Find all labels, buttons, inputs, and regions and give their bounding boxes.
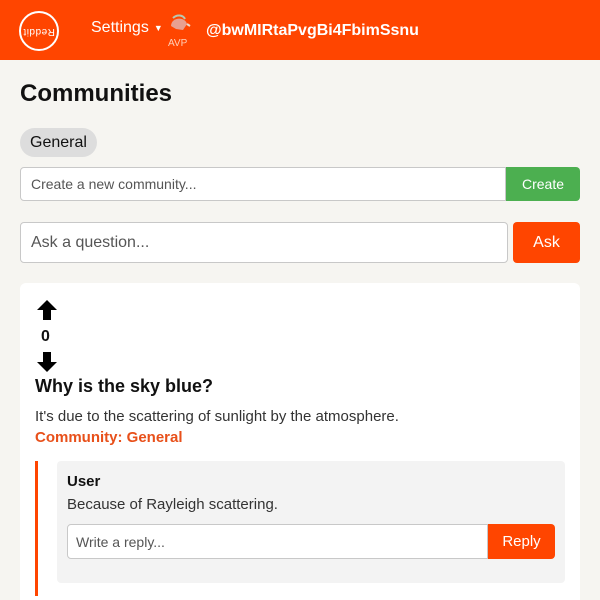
answer-card: User Because of Rayleigh scattering. Rep…	[57, 461, 565, 583]
ask-question-input[interactable]	[20, 222, 508, 263]
question-community-link[interactable]: Community: General	[35, 429, 183, 446]
ask-button[interactable]: Ask	[513, 222, 580, 263]
answer-text: Because of Rayleigh scattering.	[67, 496, 278, 513]
question-title[interactable]: Why is the sky blue?	[35, 376, 213, 397]
top-nav-bar: Reddit Settings ▼ AVP @bwMIRtaPvgBi4Fbim…	[0, 0, 600, 60]
logo-icon[interactable]: Reddit	[19, 11, 59, 51]
community-chip-general[interactable]: General	[20, 128, 97, 157]
create-button[interactable]: Create	[506, 167, 580, 201]
username[interactable]: @bwMIRtaPvgBi4FbimSsnu	[206, 22, 419, 40]
reply-form: Reply	[67, 524, 555, 559]
page-title: Communities	[20, 80, 173, 107]
settings-menu[interactable]: Settings ▼	[91, 19, 163, 37]
reply-input[interactable]	[67, 524, 488, 559]
create-community-form: Create	[20, 167, 580, 201]
logo-text: Reddit	[23, 25, 55, 37]
create-community-input[interactable]	[20, 167, 506, 201]
ask-question-form: Ask	[20, 222, 580, 263]
vote-count: 0	[41, 328, 50, 345]
arrow-down-icon[interactable]	[36, 351, 58, 373]
arrow-up-icon[interactable]	[36, 299, 58, 321]
reply-button[interactable]: Reply	[488, 524, 555, 559]
avatar-text: AVP	[168, 38, 188, 48]
question-body: It's due to the scattering of sunlight b…	[35, 408, 399, 425]
avatar-icon[interactable]: AVP	[163, 14, 195, 48]
answer-author: User	[67, 473, 101, 490]
settings-label: Settings	[91, 19, 149, 36]
question-card: 0 Why is the sky blue? It's due to the s…	[20, 283, 580, 600]
thread-line	[35, 461, 38, 596]
chevron-down-icon: ▼	[153, 23, 163, 33]
